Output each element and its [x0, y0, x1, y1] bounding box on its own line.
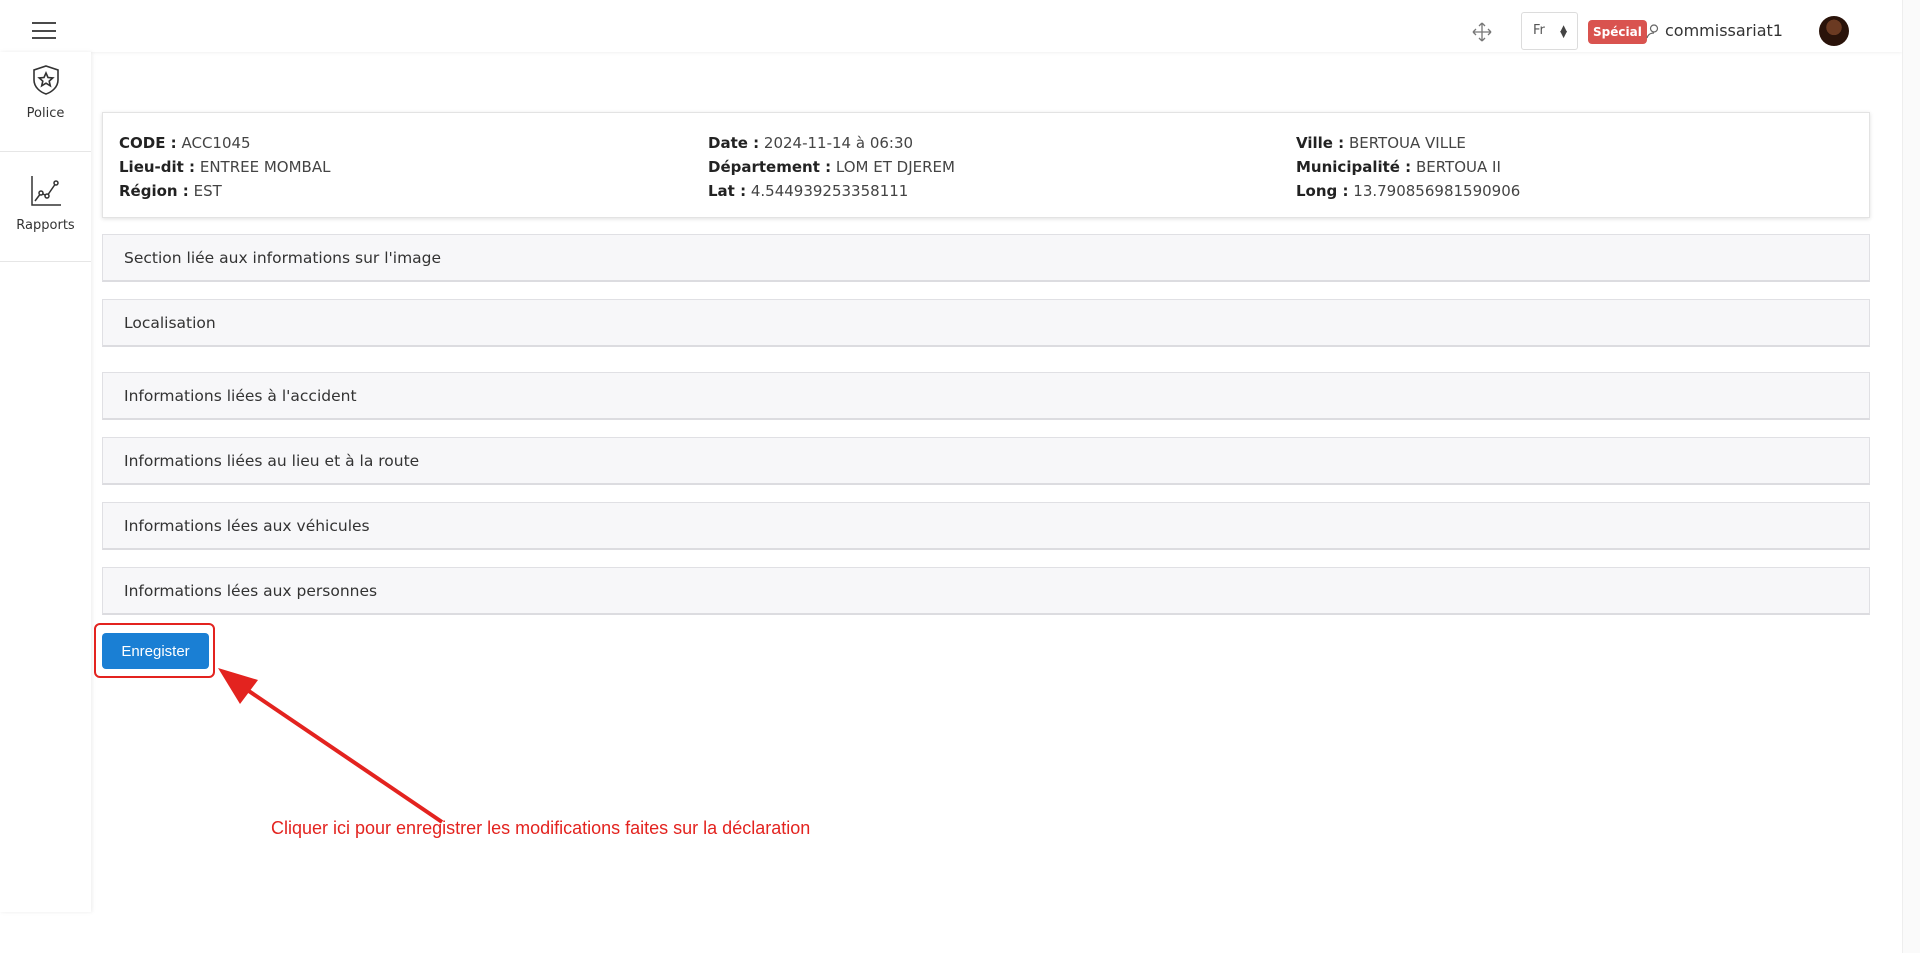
avatar[interactable] — [1819, 16, 1849, 46]
info-column-1: CODE : ACC1045 Lieu-dit : ENTREE MOMBAL … — [119, 131, 330, 203]
info-column-2: Date : 2024-11-14 à 06:30 Département : … — [708, 131, 955, 203]
section-vehicules-info[interactable]: Informations lées aux véhicules — [102, 502, 1870, 550]
sidebar-item-label: Police — [26, 106, 65, 121]
police-badge-icon — [32, 65, 59, 95]
ville-label: Ville : — [1296, 134, 1345, 152]
region-value: EST — [193, 182, 222, 200]
long-row: Long : 13.790856981590906 — [1296, 179, 1520, 203]
language-value: Fr — [1533, 23, 1545, 38]
lat-row: Lat : 4.544939253358111 — [708, 179, 955, 203]
lieu-dit-value: ENTREE MOMBAL — [199, 158, 331, 176]
annotation-text: Cliquer ici pour enregistrer les modific… — [271, 818, 811, 838]
page-scrollbar[interactable] — [1902, 0, 1920, 953]
region-label: Région : — [119, 182, 189, 200]
departement-row: Département : LOM ET DJEREM — [708, 155, 955, 179]
code-row: CODE : ACC1045 — [119, 131, 330, 155]
municipalite-row: Municipalité : BERTOUA II — [1296, 155, 1520, 179]
ville-row: Ville : BERTOUA VILLE — [1296, 131, 1520, 155]
sidebar-item-label: Rapports — [16, 218, 75, 233]
language-select[interactable]: Fr ▲ ▼ — [1521, 12, 1578, 50]
departement-label: Département : — [708, 158, 832, 176]
municipalite-label: Municipalité : — [1296, 158, 1412, 176]
special-badge: Spécial — [1588, 20, 1647, 44]
lat-label: Lat : — [708, 182, 747, 200]
user-menu[interactable]: commissariat1 — [1645, 21, 1783, 40]
section-localisation[interactable]: Localisation — [102, 299, 1870, 347]
accident-info-card: CODE : ACC1045 Lieu-dit : ENTREE MOMBAL … — [102, 112, 1870, 218]
section-personnes-info[interactable]: Informations lées aux personnes — [102, 567, 1870, 615]
sidebar: Police Rapports — [0, 52, 91, 912]
long-label: Long : — [1296, 182, 1349, 200]
info-column-3: Ville : BERTOUA VILLE Municipalité : BER… — [1296, 131, 1520, 203]
long-value: 13.790856981590906 — [1353, 182, 1521, 200]
section-image-info[interactable]: Section liée aux informations sur l'imag… — [102, 234, 1870, 282]
select-caret-icon: ▲ ▼ — [1560, 24, 1567, 40]
departement-value: LOM ET DJEREM — [835, 158, 955, 176]
region-row: Région : EST — [119, 179, 330, 203]
user-icon — [1646, 23, 1659, 38]
lat-value: 4.544939253358111 — [750, 182, 909, 200]
username: commissariat1 — [1665, 21, 1783, 40]
hamburger-menu-icon[interactable] — [32, 22, 56, 39]
line-chart-icon — [30, 176, 61, 206]
save-button[interactable]: Enregister — [102, 633, 209, 669]
ville-value: BERTOUA VILLE — [1348, 134, 1466, 152]
date-row: Date : 2024-11-14 à 06:30 — [708, 131, 955, 155]
section-accident-info[interactable]: Informations liées à l'accident — [102, 372, 1870, 420]
date-label: Date : — [708, 134, 760, 152]
lieu-dit-label: Lieu-dit : — [119, 158, 196, 176]
date-value: 2024-11-14 à 06:30 — [763, 134, 914, 152]
code-value: ACC1045 — [181, 134, 251, 152]
sidebar-item-police[interactable]: Police — [0, 52, 91, 152]
lieu-dit-row: Lieu-dit : ENTREE MOMBAL — [119, 155, 330, 179]
sidebar-item-rapports[interactable]: Rapports — [0, 152, 91, 262]
code-label: CODE : — [119, 134, 177, 152]
top-navbar: Fr ▲ ▼ Spécial commissariat1 — [0, 0, 1902, 52]
move-arrows-icon[interactable] — [1470, 20, 1494, 44]
section-lieu-route-info[interactable]: Informations liées au lieu et à la route — [102, 437, 1870, 485]
municipalite-value: BERTOUA II — [1415, 158, 1501, 176]
